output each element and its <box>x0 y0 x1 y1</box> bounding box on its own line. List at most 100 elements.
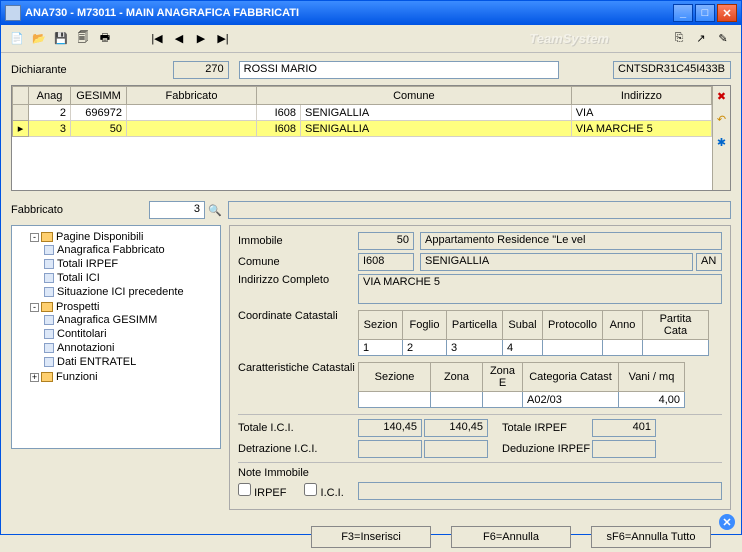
search-icon[interactable]: 🔍 <box>208 204 222 217</box>
tree-prospetti[interactable]: Prospetti <box>56 301 99 313</box>
detr-ici-a <box>358 440 422 458</box>
tree-item[interactable]: Anagrafica Fabbricato <box>44 243 216 257</box>
nav-prev-icon[interactable] <box>169 29 189 49</box>
minimize-button[interactable]: _ <box>673 4 693 22</box>
copy-icon[interactable] <box>73 29 93 49</box>
dichiarante-code: 270 <box>173 61 229 79</box>
dichiarante-name[interactable]: ROSSI MARIO <box>239 61 559 79</box>
tree-item[interactable]: Contitolari <box>44 327 216 341</box>
irpef-checkbox[interactable]: IRPEF <box>238 483 286 499</box>
tree-item[interactable]: Annotazioni <box>44 341 216 355</box>
page-icon <box>44 329 54 339</box>
nav-last-icon[interactable] <box>213 29 233 49</box>
col-fabbricato[interactable]: Fabbricato <box>127 87 257 105</box>
window-title: ANA730 - M73011 - MAIN ANAGRAFICA FABBRI… <box>25 7 671 19</box>
page-icon <box>44 259 54 269</box>
col-comune[interactable]: Comune <box>257 87 572 105</box>
tot-ici-label: Totale I.C.I. <box>238 422 358 434</box>
app-icon <box>5 5 21 21</box>
tree-item[interactable]: Totali ICI <box>44 271 216 285</box>
immobile-label: Immobile <box>238 235 358 247</box>
detr-ici-b <box>424 440 488 458</box>
tree-pagine[interactable]: Pagine Disponibili <box>56 231 143 243</box>
corner-close-icon[interactable]: ✕ <box>719 514 735 530</box>
sf6-button[interactable]: sF6=Annulla Tutto <box>591 526 711 548</box>
detail-panel: Immobile 50 Appartamento Residence "Le v… <box>229 225 731 510</box>
f3-button[interactable]: F3=Inserisci <box>311 526 431 548</box>
brand-text: TeamSystem <box>529 31 609 46</box>
detr-ici-label: Detrazione I.C.I. <box>238 443 358 455</box>
app-window: ANA730 - M73011 - MAIN ANAGRAFICA FABBRI… <box>0 0 742 535</box>
fabbricato-input[interactable]: 3 <box>149 201 205 219</box>
expand-icon[interactable]: - <box>30 233 39 242</box>
tree-funzioni[interactable]: Funzioni <box>56 371 98 383</box>
close-button[interactable]: ✕ <box>717 4 737 22</box>
ded-irpef-label: Deduzione IRPEF <box>502 443 592 455</box>
tool-icon-b[interactable]: ↗ <box>691 29 711 49</box>
ici-checkbox[interactable]: I.C.I. <box>304 483 343 499</box>
note-value <box>358 482 722 500</box>
page-icon <box>44 273 54 283</box>
nav-tree[interactable]: - Pagine Disponibili Anagrafica Fabbricat… <box>11 225 221 449</box>
col-anag[interactable]: Anag <box>29 87 71 105</box>
table-row[interactable]: 2 696972 I608 SENIGALLIA VIA <box>13 105 712 121</box>
tree-item[interactable]: Dati ENTRATEL <box>44 355 216 369</box>
main-content: Dichiarante 270 ROSSI MARIO CNTSDR31C45I… <box>1 53 741 518</box>
folder-icon <box>41 232 53 242</box>
fabbricato-desc <box>228 201 731 219</box>
comune-name: SENIGALLIA <box>420 253 693 271</box>
grid-undo-icon[interactable]: ↶ <box>717 113 726 126</box>
tree-item[interactable]: Totali IRPEF <box>44 257 216 271</box>
fabbricati-grid: Anag GESIMM Fabbricato Comune Indirizzo … <box>11 85 731 191</box>
tot-ici-b: 140,45 <box>424 419 488 437</box>
immobile-desc: Appartamento Residence "Le vel <box>420 232 722 250</box>
note-label: Note Immobile <box>238 467 358 479</box>
indirizzo-value: VIA MARCHE 5 <box>358 274 722 304</box>
carat-label: Caratteristiche Catastali <box>238 362 358 374</box>
new-icon[interactable] <box>7 29 27 49</box>
immobile-code: 50 <box>358 232 414 250</box>
comune-prov: AN <box>696 253 722 271</box>
tot-ici-a: 140,45 <box>358 419 422 437</box>
tree-item[interactable]: Situazione ICI precedente <box>44 285 216 299</box>
page-icon <box>44 315 54 325</box>
indirizzo-label: Indirizzo Completo <box>238 274 358 286</box>
comune-code: I608 <box>358 253 414 271</box>
tree-item[interactable]: Anagrafica GESIMM <box>44 313 216 327</box>
footer-buttons: F3=Inserisci F6=Annulla sF6=Annulla Tutt… <box>1 518 741 552</box>
folder-icon <box>41 372 53 382</box>
table-row[interactable]: ▸ 3 50 I608 SENIGALLIA VIA MARCHE 5 <box>13 121 712 137</box>
grid-sidebar: ✖ ↶ ✱ <box>712 86 730 190</box>
expand-icon[interactable]: + <box>30 373 39 382</box>
expand-icon[interactable]: - <box>30 303 39 312</box>
carat-table: Sezione Zona Zona E Categoria Catast Van… <box>358 362 685 408</box>
grid-header-row: Anag GESIMM Fabbricato Comune Indirizzo <box>13 87 712 105</box>
page-icon <box>44 343 54 353</box>
tot-irpef-label: Totale IRPEF <box>502 422 592 434</box>
print-icon[interactable] <box>95 29 115 49</box>
nav-first-icon[interactable] <box>147 29 167 49</box>
tot-irpef: 401 <box>592 419 656 437</box>
col-indirizzo[interactable]: Indirizzo <box>571 87 711 105</box>
comune-label: Comune <box>238 256 358 268</box>
page-icon <box>44 245 54 255</box>
toolbar: TeamSystem ⎘ ↗ ✎ <box>1 25 741 53</box>
dichiarante-label: Dichiarante <box>11 64 67 76</box>
open-icon[interactable] <box>29 29 49 49</box>
ded-irpef <box>592 440 656 458</box>
col-gesimm[interactable]: GESIMM <box>71 87 127 105</box>
grid-delete-icon[interactable]: ✖ <box>717 90 726 103</box>
coord-table: Sezion Foglio Particella Subal Protocoll… <box>358 310 709 356</box>
tool-icon-c[interactable]: ✎ <box>713 29 733 49</box>
folder-icon <box>41 302 53 312</box>
maximize-button[interactable]: □ <box>695 4 715 22</box>
nav-next-icon[interactable] <box>191 29 211 49</box>
page-icon <box>44 287 54 297</box>
fabbricato-label: Fabbricato <box>11 204 63 216</box>
f6-button[interactable]: F6=Annulla <box>451 526 571 548</box>
grid-add-icon[interactable]: ✱ <box>717 136 726 149</box>
page-icon <box>44 357 54 367</box>
dichiarante-cf: CNTSDR31C45I433B <box>613 61 731 79</box>
tool-icon-a[interactable]: ⎘ <box>669 29 689 49</box>
save-icon[interactable] <box>51 29 71 49</box>
